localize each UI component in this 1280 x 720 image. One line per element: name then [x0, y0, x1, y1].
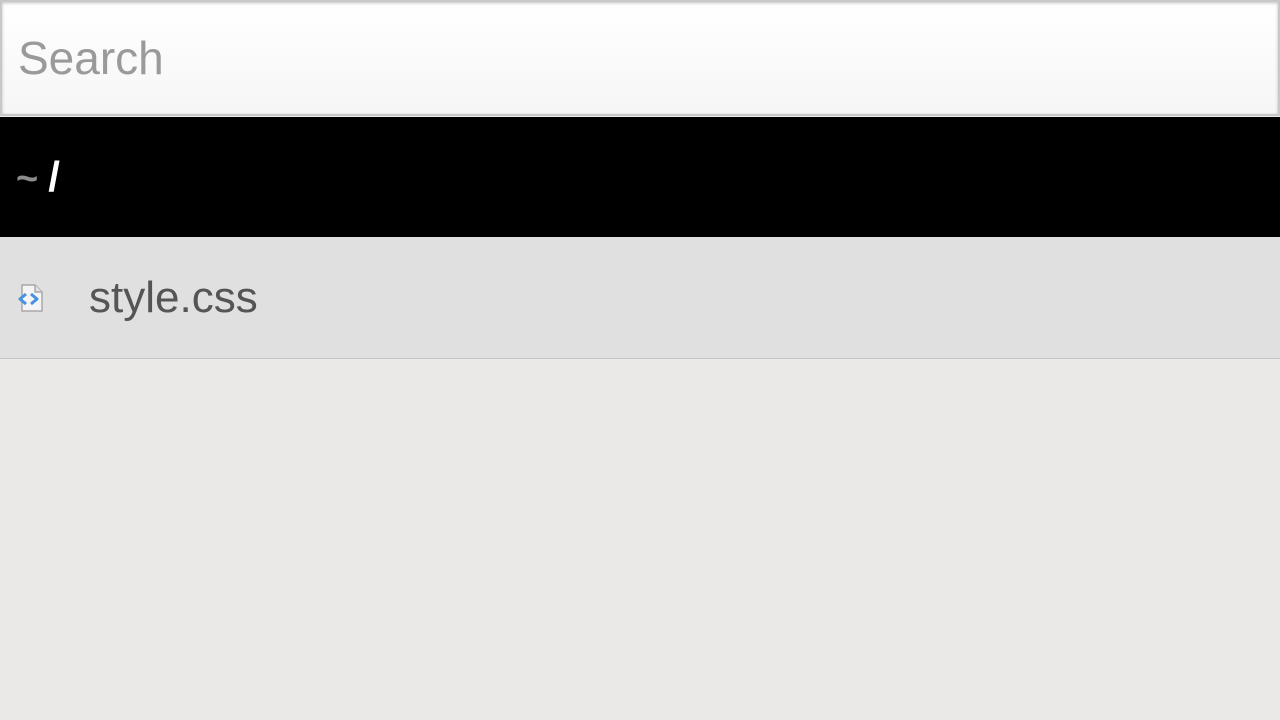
search-bar	[0, 0, 1280, 116]
file-name-label: style.css	[89, 272, 258, 322]
home-path-segment[interactable]: ~	[16, 160, 38, 198]
current-path-segment[interactable]: /	[48, 156, 60, 198]
file-browser: ~ / style.css	[0, 0, 1280, 720]
file-list-item[interactable]: style.css	[0, 237, 1280, 359]
code-file-icon	[16, 283, 46, 313]
search-input[interactable]	[18, 2, 1258, 114]
path-breadcrumb: ~ /	[0, 117, 1280, 237]
